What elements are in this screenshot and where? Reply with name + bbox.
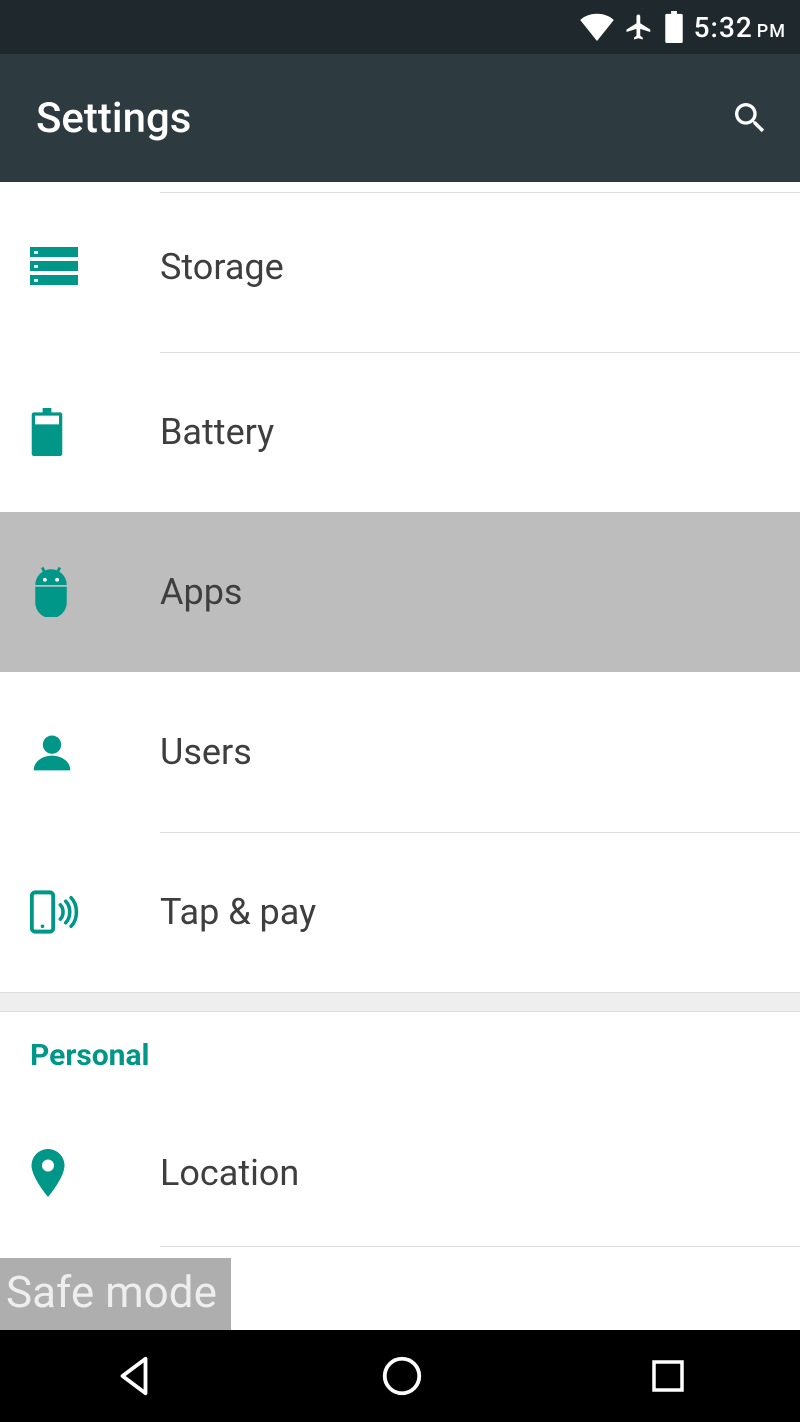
divider: [160, 192, 800, 193]
settings-item-battery[interactable]: Battery: [0, 352, 800, 512]
settings-item-label: Location: [160, 1152, 299, 1194]
tap-pay-icon: [30, 889, 80, 935]
airplane-icon: [624, 12, 654, 42]
search-icon: [730, 98, 770, 138]
nav-home-button[interactable]: [379, 1353, 425, 1399]
status-time: 5:32PM: [694, 11, 786, 44]
settings-item-storage[interactable]: Storage: [0, 182, 800, 352]
storage-icon: [30, 247, 78, 287]
home-icon: [379, 1353, 425, 1399]
page-title: Settings: [36, 94, 191, 143]
divider: [160, 352, 800, 353]
recents-icon: [647, 1355, 689, 1397]
nav-back-button[interactable]: [111, 1353, 157, 1399]
wifi-icon: [580, 13, 614, 41]
location-icon: [30, 1149, 66, 1197]
divider: [160, 832, 800, 833]
back-icon: [111, 1353, 157, 1399]
settings-item-apps[interactable]: Apps: [0, 512, 800, 672]
app-bar: Settings: [0, 54, 800, 182]
section-header-label: Personal: [30, 1038, 150, 1073]
apps-icon: [30, 567, 72, 617]
settings-list[interactable]: Storage Battery: [0, 182, 800, 1330]
users-icon: [30, 730, 74, 774]
settings-item-label: Users: [160, 731, 252, 773]
settings-item-label: Tap & pay: [160, 891, 316, 933]
settings-item-label: Storage: [160, 246, 284, 288]
safe-mode-badge: Safe mode: [0, 1258, 231, 1330]
settings-item-location[interactable]: Location: [0, 1098, 800, 1248]
nav-recents-button[interactable]: [647, 1355, 689, 1397]
settings-item-tap-pay[interactable]: Tap & pay: [0, 832, 800, 992]
section-header-personal: Personal: [0, 1012, 800, 1098]
navigation-bar: [0, 1330, 800, 1422]
status-bar: 5:32PM: [0, 0, 800, 54]
battery-icon: [30, 408, 64, 456]
settings-item-label: Battery: [160, 411, 274, 453]
battery-icon: [664, 11, 684, 43]
divider: [160, 1246, 800, 1247]
section-divider: [0, 992, 800, 1012]
settings-item-label: Apps: [160, 571, 243, 613]
settings-item-users[interactable]: Users: [0, 672, 800, 832]
search-button[interactable]: [728, 96, 772, 140]
